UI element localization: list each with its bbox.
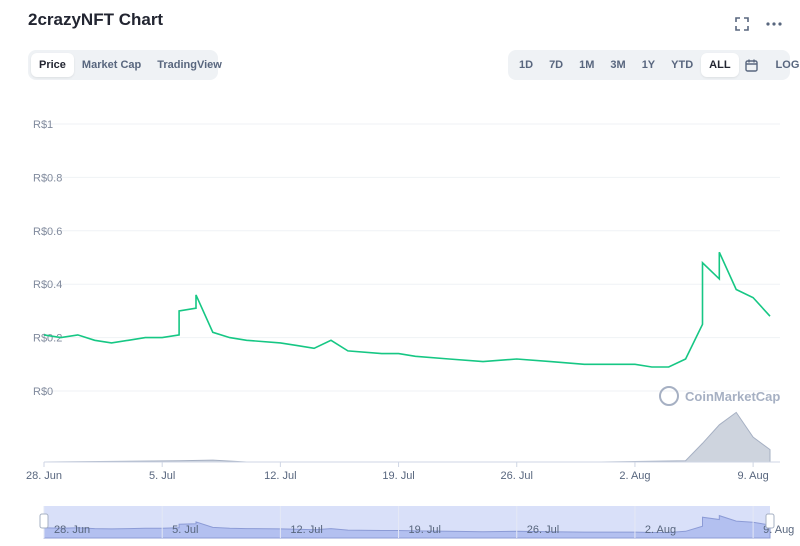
navigator-tick-label: 26. Jul (527, 524, 559, 536)
range-navigator[interactable]: 28. Jun 5. Jul 12. Jul 19. Jul 26. Jul 2. Aug… (39, 506, 794, 539)
x-tick-label: 2. Aug (619, 470, 650, 482)
y-tick-label: R$0.4 (33, 279, 62, 291)
navigator-tick-label: 5. Jul (172, 524, 198, 536)
x-tick-label: 12. Jul (264, 470, 296, 482)
x-tick-label: 5. Jul (149, 470, 175, 482)
y-tick-label: R$0.6 (33, 226, 62, 238)
navigator-handle-right[interactable] (765, 513, 775, 529)
y-tick-label: R$0.2 (33, 333, 62, 345)
navigator-handle-left[interactable] (39, 513, 49, 529)
navigator-tick-label: 2. Aug (645, 524, 676, 536)
volume-area (43, 411, 771, 463)
x-tick-label: 26. Jul (501, 470, 533, 482)
navigator-tick-label: 28. Jun (54, 524, 90, 536)
price-chart: R$0 R$0.2 R$0.4 R$0.6 R$0.8 R$1 28. Jun 5. Jul… (26, 119, 794, 539)
watermark-text: CoinMarketCap (685, 389, 780, 404)
price-line (43, 251, 771, 368)
x-tick-label: 19. Jul (382, 470, 414, 482)
coinmarketcap-logo-icon (659, 386, 679, 406)
navigator-tick-label: 19. Jul (409, 524, 441, 536)
navigator-tick-label: 12. Jul (290, 524, 322, 536)
x-tick-label: 9. Aug (738, 470, 769, 482)
watermark: CoinMarketCap (659, 386, 780, 406)
y-tick-label: R$1 (33, 119, 53, 131)
y-tick-label: R$0.8 (33, 172, 62, 184)
y-tick-label: R$0 (33, 386, 53, 398)
x-tick-label: 28. Jun (26, 470, 62, 482)
